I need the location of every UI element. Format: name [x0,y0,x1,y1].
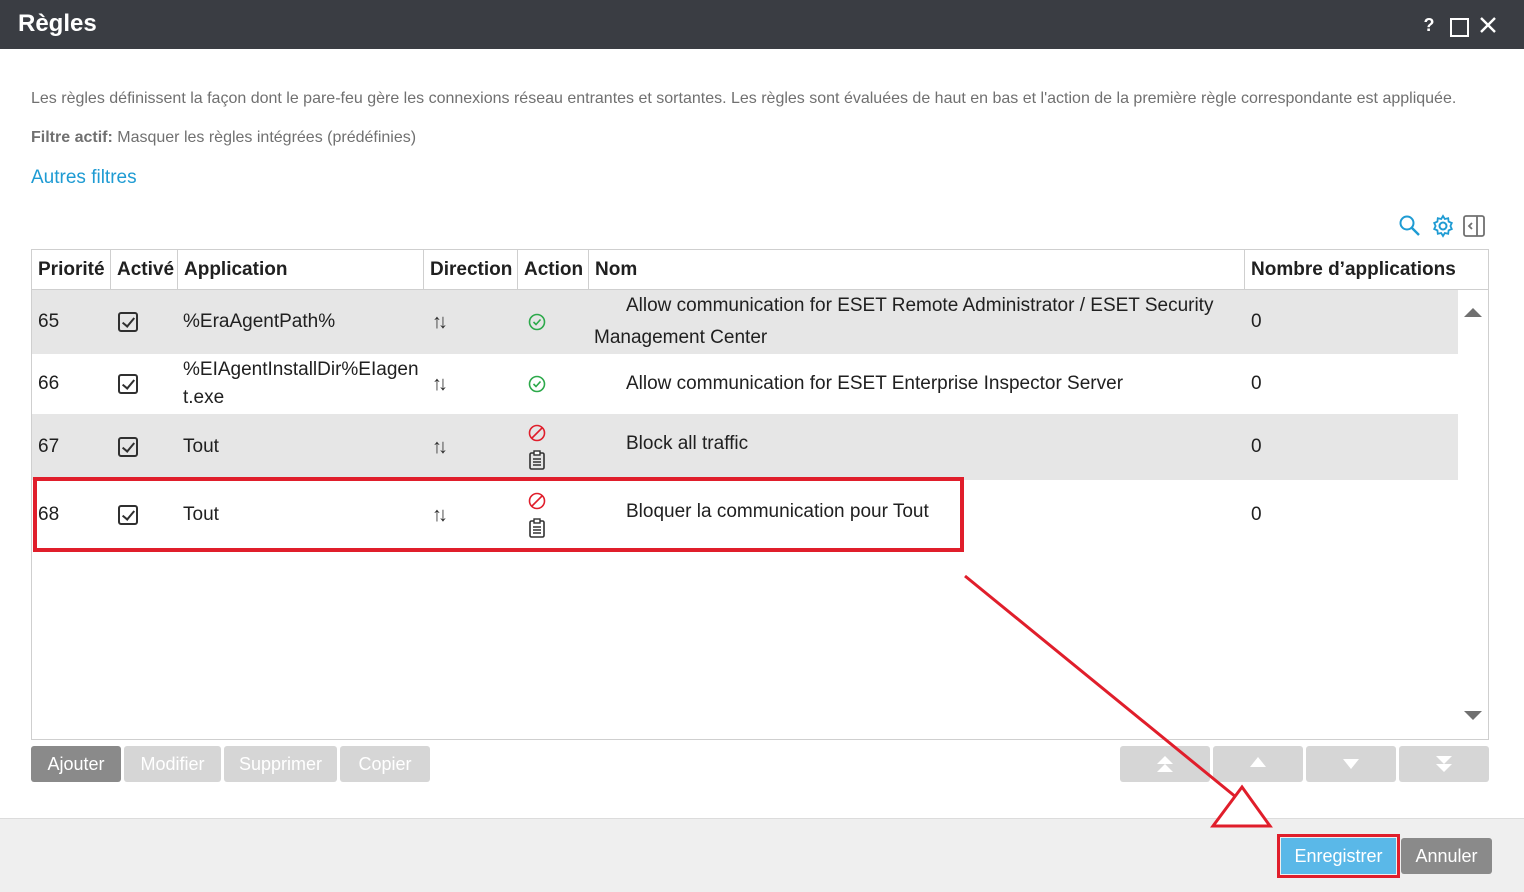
up-down-arrows-icon: ↑↓ [432,503,448,526]
scroll-down-icon[interactable] [1464,711,1482,720]
row-app-count: 0 [1251,504,1262,525]
active-filter-value: Masquer les règles intégrées (prédéfinie… [117,129,417,146]
column-header-enabled[interactable]: Activé [111,250,178,290]
search-icon[interactable] [1398,214,1422,238]
table-row[interactable]: 66 %EIAgentInstallDir%EIagent.exe ↑↓ All… [32,354,1458,414]
row-app-count: 0 [1251,373,1262,394]
column-header-name[interactable]: Nom [589,250,1245,290]
down-icon [1343,759,1359,769]
save-button[interactable]: Enregistrer [1281,838,1396,874]
enabled-checkbox[interactable] [118,437,138,457]
cancel-button[interactable]: Annuler [1401,838,1492,874]
enabled-checkbox[interactable] [118,374,138,394]
row-application: Tout [183,436,219,457]
close-icon[interactable] [1477,14,1499,36]
copy-button[interactable]: Copier [340,746,430,782]
move-to-top-button[interactable] [1120,746,1210,782]
row-application: %EIAgentInstallDir%EIagent.exe [183,359,419,408]
move-up-button[interactable] [1213,746,1303,782]
rules-table: Priorité Activé Application Direction Ac… [31,249,1489,740]
column-header-application[interactable]: Application [178,250,424,290]
row-priority: 67 [38,436,60,457]
table-row[interactable]: 67 Tout ↑↓ Block all traffic 0 [32,414,1458,480]
gear-icon[interactable] [1431,214,1455,238]
collapse-panel-icon[interactable] [1462,214,1486,238]
double-down-icon [1436,756,1452,772]
column-header-app-count[interactable]: Nombre d’applications [1245,250,1488,290]
maximize-icon[interactable] [1447,14,1469,37]
title-bar: Règles ? [0,0,1524,49]
move-down-button[interactable] [1306,746,1396,782]
check-circle-icon [528,313,546,331]
active-filter: Filtre actif: Masquer les règles intégré… [31,129,416,147]
column-header-action[interactable]: Action [518,250,589,290]
block-icon [528,492,546,510]
table-row[interactable]: 68 Tout ↑↓ Bloquer la communication pour… [32,480,1458,550]
scroll-up-icon[interactable] [1464,308,1482,317]
other-filters-link[interactable]: Autres filtres [31,167,137,189]
table-row[interactable]: 65 %EraAgentPath% ↑↓ Allow communication… [32,290,1458,354]
description-text: Les règles définissent la façon dont le … [31,90,1457,107]
row-application: %EraAgentPath% [183,311,336,332]
move-to-bottom-button[interactable] [1399,746,1489,782]
clipboard-icon [529,518,545,538]
window-title: Règles [18,10,97,37]
up-down-arrows-icon: ↑↓ [432,372,448,395]
row-priority: 66 [38,373,60,394]
row-app-count: 0 [1251,311,1262,332]
active-filter-label: Filtre actif: [31,129,113,146]
column-header-direction[interactable]: Direction [424,250,518,290]
table-header: Priorité Activé Application Direction Ac… [32,250,1488,290]
row-app-count: 0 [1251,436,1262,457]
up-down-arrows-icon: ↑↓ [432,435,448,458]
row-name: Block all traffic [626,433,749,454]
column-header-priority[interactable]: Priorité [32,250,111,290]
row-priority: 65 [38,311,60,332]
block-icon [528,424,546,442]
row-priority: 68 [38,504,60,525]
clipboard-icon [529,450,545,470]
row-name: Allow communication for ESET Remote Admi… [626,295,1214,316]
row-name: Allow communication for ESET Enterprise … [626,373,1124,394]
row-name-continuation: Management Center [594,327,768,348]
add-button[interactable]: Ajouter [31,746,121,782]
edit-button[interactable]: Modifier [124,746,221,782]
row-name: Bloquer la communication pour Tout [626,501,929,522]
enabled-checkbox[interactable] [118,505,138,525]
up-icon [1250,757,1266,767]
up-down-arrows-icon: ↑↓ [432,310,448,333]
help-icon[interactable]: ? [1418,14,1440,36]
check-circle-icon [528,375,546,393]
enabled-checkbox[interactable] [118,312,138,332]
double-up-icon [1157,756,1173,772]
delete-button[interactable]: Supprimer [224,746,337,782]
row-application: Tout [183,504,219,525]
